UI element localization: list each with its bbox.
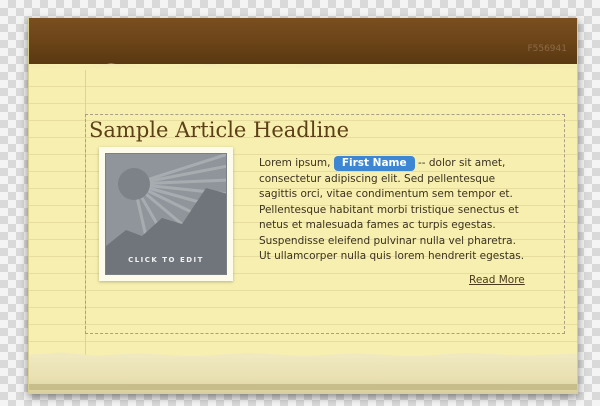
bottom-stripe — [29, 384, 577, 390]
notepad-header: F556941 — [29, 18, 577, 64]
header-code: F556941 — [527, 44, 567, 54]
click-to-edit-label: CLICK TO EDIT — [128, 256, 204, 264]
article-headline[interactable]: Sample Article Headline — [89, 118, 349, 142]
notepad-bottom-edge — [29, 356, 577, 394]
body-text-rest: -- dolor sit amet, consectetur adipiscin… — [259, 157, 525, 262]
body-text-start: Lorem ipsum, — [259, 157, 334, 169]
article-body: Lorem ipsum, First Name -- dolor sit ame… — [259, 156, 529, 265]
image-placeholder[interactable]: CLICK TO EDIT — [105, 153, 227, 275]
article-image-frame[interactable]: CLICK TO EDIT — [99, 147, 233, 281]
notepad: F556941 Sample Article Headline CLICK TO… — [28, 18, 578, 394]
first-name-merge-tag[interactable]: First Name — [333, 156, 415, 171]
read-more-link[interactable]: Read More — [469, 274, 525, 286]
